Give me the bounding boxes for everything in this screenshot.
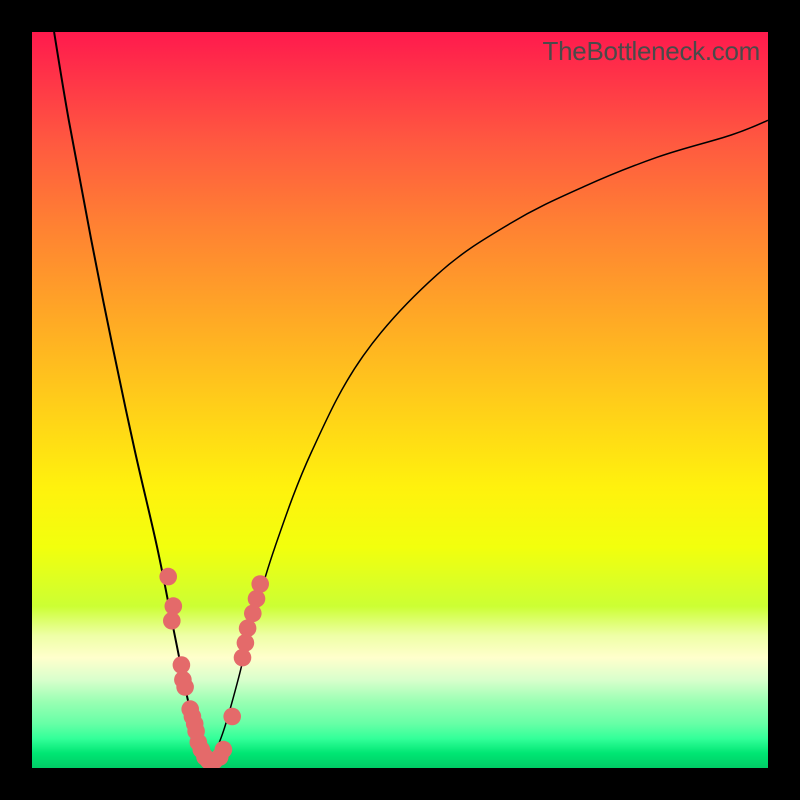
data-dot <box>223 708 241 726</box>
data-dot <box>234 649 252 667</box>
right-curve <box>209 120 768 768</box>
data-dots <box>159 568 269 768</box>
data-dot <box>163 612 181 630</box>
data-dot <box>176 678 194 696</box>
data-dot <box>244 605 262 623</box>
data-dot <box>159 568 177 586</box>
data-dot <box>248 590 266 608</box>
data-dot <box>251 575 269 593</box>
data-dot <box>237 634 255 652</box>
watermark-text: TheBottleneck.com <box>543 36 760 67</box>
data-dot <box>215 741 233 759</box>
chart-svg <box>32 32 768 768</box>
chart-frame: TheBottleneck.com <box>0 0 800 800</box>
plot-area: TheBottleneck.com <box>32 32 768 768</box>
